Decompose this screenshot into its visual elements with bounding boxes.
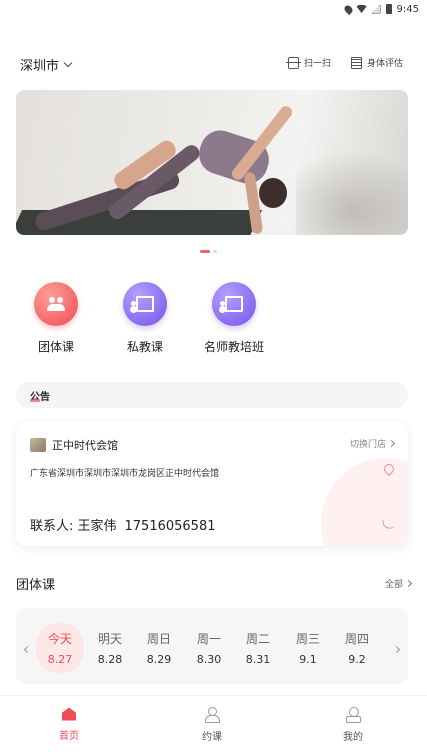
date-value: 9.1 bbox=[299, 653, 317, 666]
promo-banner[interactable] bbox=[16, 90, 408, 235]
notice-bar[interactable]: 公告 bbox=[16, 382, 408, 408]
date-value: 8.29 bbox=[146, 653, 172, 666]
date-day: 明天 bbox=[97, 632, 122, 646]
category-circle bbox=[123, 282, 167, 326]
body-eval-button[interactable]: 身体评估 bbox=[351, 56, 403, 69]
wifi-icon bbox=[356, 5, 367, 13]
tab-label: 约课 bbox=[202, 731, 222, 743]
status-time: 9:45 bbox=[396, 3, 419, 15]
tab-label: 我的 bbox=[343, 731, 363, 743]
bottom-tab-bar: 首页 约课 我的 bbox=[0, 695, 427, 752]
group-icon bbox=[46, 297, 66, 311]
date-value: 9.2 bbox=[348, 653, 366, 666]
signal-icon bbox=[371, 4, 381, 14]
scan-button[interactable]: 扫一扫 bbox=[286, 56, 332, 69]
date-selector: 今天 8.27 明天 8.28 周日 8.29 周一 8.30 周二 8.31 … bbox=[16, 608, 408, 684]
location-status-icon bbox=[342, 3, 354, 15]
category-master-training[interactable]: 名师教培班 bbox=[199, 282, 269, 355]
date-day: 周四 bbox=[344, 632, 369, 646]
section-title: 团体课 bbox=[16, 578, 56, 593]
switch-store-label: 切换门店 bbox=[349, 440, 386, 450]
venue-card-decoration bbox=[321, 458, 408, 546]
date-day: 周二 bbox=[245, 632, 270, 646]
pagination-dot[interactable] bbox=[213, 250, 217, 253]
notice-underline bbox=[30, 399, 40, 402]
chevron-right-icon bbox=[387, 439, 396, 448]
top-bar: 深圳市 扫一扫 身体评估 bbox=[0, 50, 427, 78]
date-day: 周一 bbox=[196, 632, 221, 646]
date-value: 8.30 bbox=[196, 653, 222, 666]
banner-pagination bbox=[200, 250, 217, 253]
tab-profile[interactable]: 我的 bbox=[313, 696, 393, 752]
date-day: 周日 bbox=[146, 632, 171, 646]
date-item[interactable]: 周三 9.1 bbox=[284, 622, 332, 674]
date-value: 8.28 bbox=[97, 653, 123, 666]
coach-board-icon bbox=[131, 296, 154, 312]
banner-figure-head bbox=[259, 178, 287, 208]
date-item[interactable]: 明天 8.28 bbox=[86, 622, 134, 674]
body-eval-icon bbox=[351, 56, 362, 69]
date-day: 周三 bbox=[295, 632, 320, 646]
venue-address: 广东省深圳市深圳市深圳市龙岗区正中时代会馆 bbox=[30, 469, 220, 479]
switch-store-button[interactable]: 切换门店 bbox=[349, 437, 396, 450]
banner-shadow bbox=[296, 150, 408, 235]
date-item-active[interactable]: 今天 8.27 bbox=[36, 622, 84, 674]
scan-icon bbox=[286, 56, 301, 69]
category-private-class[interactable]: 私教课 bbox=[110, 282, 180, 355]
category-label: 团体课 bbox=[37, 340, 74, 354]
venue-name: 正中时代会馆 bbox=[52, 439, 118, 452]
battery-icon bbox=[385, 4, 392, 14]
chevron-down-icon bbox=[63, 58, 73, 68]
city-label: 深圳市 bbox=[20, 59, 60, 74]
chevron-right-icon[interactable] bbox=[392, 645, 401, 654]
date-day: 今天 bbox=[47, 632, 72, 646]
category-circle bbox=[212, 282, 256, 326]
tab-label: 首页 bbox=[59, 730, 79, 742]
date-value: 8.27 bbox=[47, 653, 73, 666]
date-item[interactable]: 周一 8.30 bbox=[185, 622, 233, 674]
body-eval-label: 身体评估 bbox=[367, 59, 404, 69]
booking-icon bbox=[205, 706, 220, 723]
view-all-label: 全部 bbox=[384, 580, 403, 590]
tab-booking[interactable]: 约课 bbox=[172, 696, 252, 752]
date-item[interactable]: 周四 9.2 bbox=[333, 622, 381, 674]
view-all-link[interactable]: 全部 bbox=[384, 577, 413, 590]
category-label: 私教课 bbox=[126, 340, 163, 354]
category-label: 名师教培班 bbox=[203, 340, 264, 354]
venue-thumbnail bbox=[30, 438, 46, 452]
venue-card: 正中时代会馆 切换门店 广东省深圳市深圳市深圳市龙岗区正中时代会馆 联系人: 王… bbox=[16, 422, 408, 546]
pagination-dot-active[interactable] bbox=[200, 250, 210, 253]
chevron-right-icon bbox=[404, 579, 413, 588]
home-icon bbox=[62, 707, 76, 721]
chevron-left-icon[interactable] bbox=[23, 645, 32, 654]
coach-board-icon bbox=[220, 296, 243, 312]
profile-icon bbox=[346, 706, 361, 723]
category-circle bbox=[34, 282, 78, 326]
contact-phone: 17516056581 bbox=[124, 519, 216, 534]
tab-home[interactable]: 首页 bbox=[29, 696, 109, 752]
contact-person: 联系人: 王家伟 bbox=[30, 519, 117, 534]
date-item[interactable]: 周二 8.31 bbox=[234, 622, 282, 674]
category-group-class[interactable]: 团体课 bbox=[21, 282, 91, 355]
status-bar: 9:45 bbox=[0, 0, 427, 18]
scan-label: 扫一扫 bbox=[304, 59, 332, 69]
date-value: 8.31 bbox=[245, 653, 271, 666]
category-grid: 团体课 私教课 名师教培班 bbox=[0, 282, 427, 362]
city-selector[interactable]: 深圳市 bbox=[20, 55, 73, 74]
date-item[interactable]: 周日 8.29 bbox=[135, 622, 183, 674]
venue-contact: 联系人: 王家伟 17516056581 bbox=[30, 515, 216, 534]
